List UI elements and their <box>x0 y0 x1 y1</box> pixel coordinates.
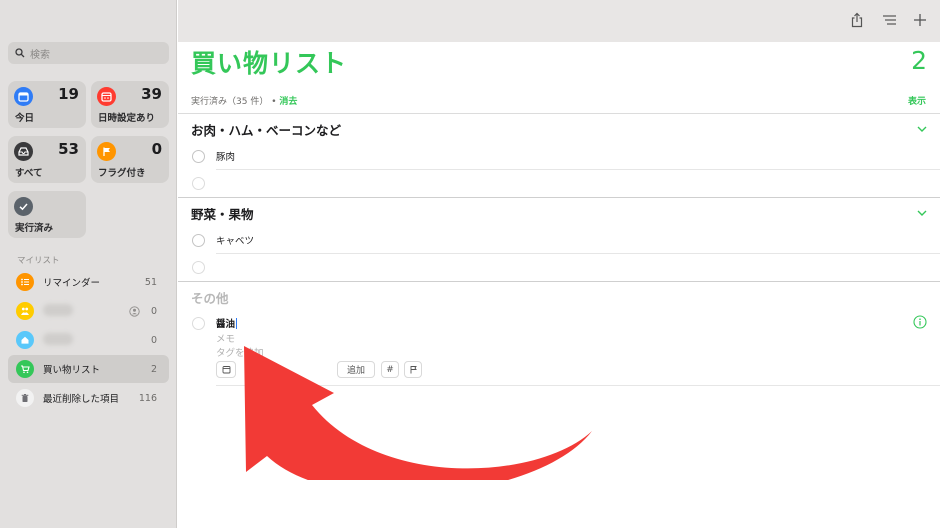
toolbar <box>178 0 940 42</box>
smart-list-scheduled[interactable]: 39 日時設定あり <box>91 81 169 128</box>
list-name: リマインダー <box>43 278 101 289</box>
calendar-icon <box>14 87 33 106</box>
smart-list-today[interactable]: 19 今日 <box>8 81 86 128</box>
reminder-title-text: 醤油 <box>216 319 236 330</box>
checkmark-icon <box>14 197 33 216</box>
smart-list-flagged[interactable]: 0 フラグ付き <box>91 136 169 183</box>
list-title: 買い物リスト <box>191 49 348 78</box>
text-cursor <box>236 318 238 329</box>
new-item-checkbox[interactable] <box>192 261 205 274</box>
new-item-checkbox[interactable] <box>192 177 205 190</box>
red-arrow-annotation <box>244 346 592 480</box>
list-count: 0 <box>150 305 157 317</box>
list-name-blurred <box>43 332 151 348</box>
list-item-shared[interactable]: 0 <box>8 297 169 325</box>
divider <box>216 253 940 254</box>
share-icon[interactable] <box>848 11 866 29</box>
flag-icon <box>97 142 116 161</box>
list-item-reminders[interactable]: リマインダー 51 <box>8 268 169 296</box>
completed-label: 実行済み <box>15 223 54 234</box>
add-icon[interactable] <box>911 11 929 29</box>
today-count: 19 <box>58 85 79 103</box>
list-item-home[interactable]: 0 <box>8 326 169 354</box>
list-count: 51 <box>144 276 157 288</box>
completed-summary: 実行済み（35 件） • 消去 <box>191 94 297 107</box>
list-icon <box>16 273 34 291</box>
divider <box>178 197 940 198</box>
divider <box>178 113 940 114</box>
info-icon[interactable] <box>913 315 927 329</box>
complete-checkbox[interactable] <box>192 150 205 163</box>
clear-button[interactable]: 消去 <box>279 97 297 107</box>
list-count: 116 <box>138 392 157 404</box>
list-name: 買い物リスト <box>43 365 101 376</box>
chevron-down-icon[interactable] <box>916 207 928 219</box>
chevron-down-icon[interactable] <box>916 123 928 135</box>
list-options-icon[interactable] <box>880 11 898 29</box>
list-item-recently-deleted[interactable]: 最近削除した項目 116 <box>8 384 169 412</box>
reminder-title-editing[interactable]: 醤油 <box>216 316 238 330</box>
list-count: 0 <box>150 334 157 346</box>
complete-checkbox[interactable] <box>192 234 205 247</box>
flagged-count: 0 <box>151 140 162 158</box>
list-count-large: 2 <box>911 46 927 75</box>
divider <box>178 281 940 282</box>
search-icon <box>15 48 25 58</box>
section-title: 野菜・果物 <box>191 207 254 222</box>
search-placeholder: 検索 <box>30 49 50 61</box>
list-item-shopping[interactable]: 買い物リスト 2 <box>8 355 169 383</box>
tray-icon <box>14 142 33 161</box>
all-count: 53 <box>58 140 79 158</box>
sidebar: 検索 19 今日 39 日時設定あり 53 すべて 0 フラグ付き 実行済み マ… <box>0 0 177 528</box>
section-title: お肉・ハム・ベーコンなど <box>191 123 342 138</box>
cart-icon <box>16 360 34 378</box>
section-title: その他 <box>191 291 229 306</box>
all-label: すべて <box>15 168 43 179</box>
complete-checkbox[interactable] <box>192 317 205 330</box>
list-name-blurred <box>43 303 129 319</box>
bullet: • <box>271 97 277 107</box>
calendar-grid-icon <box>97 87 116 106</box>
smart-list-all[interactable]: 53 すべて <box>8 136 86 183</box>
show-completed-button[interactable]: 表示 <box>908 94 926 107</box>
smart-list-completed[interactable]: 実行済み <box>8 191 86 238</box>
completed-count-label: 実行済み（35 件） <box>191 97 269 107</box>
reminder-title[interactable]: 豚肉 <box>216 149 235 163</box>
list-name: 最近削除した項目 <box>43 394 120 405</box>
divider <box>216 169 940 170</box>
flagged-label: フラグ付き <box>98 168 146 179</box>
my-lists-header: マイリスト <box>17 256 60 266</box>
people-icon <box>16 302 34 320</box>
scheduled-label: 日時設定あり <box>98 113 156 124</box>
shared-person-icon <box>129 305 140 317</box>
scheduled-count: 39 <box>141 85 162 103</box>
reminder-title[interactable]: キャベツ <box>216 233 254 247</box>
list-count: 2 <box>150 363 157 375</box>
house-icon <box>16 331 34 349</box>
today-label: 今日 <box>15 113 35 124</box>
search-field[interactable]: 検索 <box>8 42 169 64</box>
trash-icon <box>16 389 34 407</box>
